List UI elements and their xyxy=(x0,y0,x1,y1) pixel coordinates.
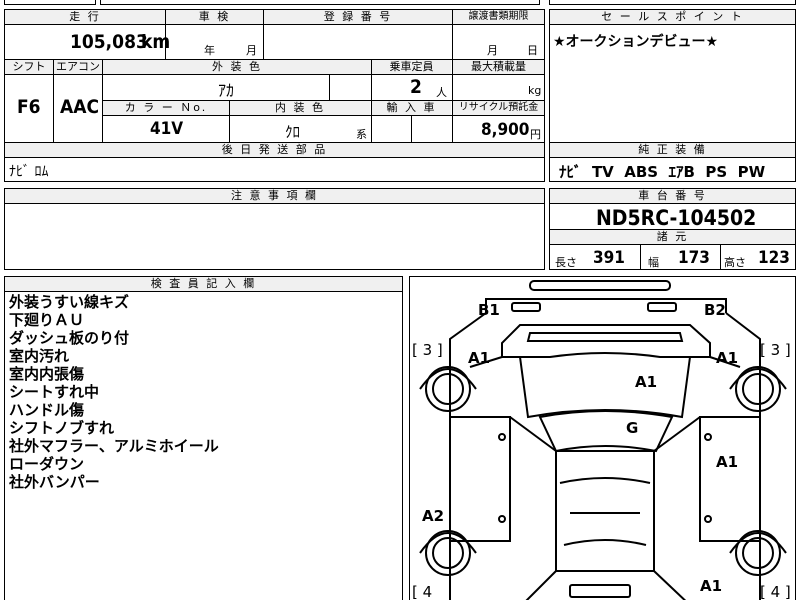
capacity-value: 2 xyxy=(410,76,422,98)
height-label: 高さ xyxy=(724,256,746,269)
interior-color-suffix: 系 xyxy=(356,128,367,141)
mileage-label: 走 行 xyxy=(5,10,165,24)
height-value: 123 xyxy=(758,248,790,268)
chassis-label: 車 台 番 号 xyxy=(550,189,795,203)
inspector-note: 社外バンパー xyxy=(9,473,100,491)
inspector-note: シフトノブすれ xyxy=(9,419,115,437)
inspector-note: 室内汚れ xyxy=(9,347,70,365)
inspector-note: 外装うすい線キズ xyxy=(9,293,130,311)
tire-front-left: [ 3 ] xyxy=(412,341,443,359)
mark-a1-right-fender: A1 xyxy=(716,349,739,367)
top-strip-mid xyxy=(100,0,540,5)
top-strip-left xyxy=(4,0,96,5)
max-load-unit: kg xyxy=(528,84,542,97)
equipment-value: ﾅﾋﾞ TV ABS ｴｱB PS PW xyxy=(559,163,766,181)
recycle-value: 8,900 xyxy=(481,120,530,140)
transfer-day-unit: 日 xyxy=(527,44,538,57)
interior-color-value: ｸﾛ xyxy=(285,123,301,141)
interior-color-label: 内 装 色 xyxy=(230,101,370,115)
caution-label: 注 意 事 項 欄 xyxy=(5,189,544,203)
later-parts-label: 後 日 発 送 部 品 xyxy=(5,143,544,157)
color-no-value: 41V xyxy=(150,119,184,139)
mark-a1-hood: A1 xyxy=(635,373,658,391)
recycle-label: リサイクル預託金 xyxy=(453,101,544,115)
mark-a2-left-rear: A2 xyxy=(422,507,445,525)
top-strip-right xyxy=(549,0,796,5)
mark-a1-right-rear: A1 xyxy=(700,577,723,595)
capacity-unit: 人 xyxy=(436,86,447,99)
registration-label: 登 録 番 号 xyxy=(264,10,452,24)
mileage-unit: km xyxy=(141,31,171,53)
mark-b1: B1 xyxy=(478,301,500,319)
later-parts-value: ﾅﾋﾞ ﾛﾑ xyxy=(9,164,49,180)
inspection-month-unit: 月 xyxy=(246,44,257,57)
mileage-value: 105,083 xyxy=(70,31,148,53)
equipment-label: 純 正 装 備 xyxy=(550,143,795,157)
aircon-value: AAC xyxy=(60,96,100,118)
aircon-label: エアコン xyxy=(54,60,102,74)
inspector-label: 検 査 員 記 入 欄 xyxy=(5,277,402,291)
mark-g-windshield: G xyxy=(626,419,639,437)
inspector-notes: 外装うすい線キズ 下廻りＡＵ ダッシュ板のり付 室内汚れ 室内内張傷 シートすれ… xyxy=(9,293,219,491)
inspector-note: 下廻りＡＵ xyxy=(9,311,85,329)
inspector-note: ダッシュ板のり付 xyxy=(9,329,130,347)
import-label: 輸 入 車 xyxy=(372,101,451,115)
dimensions-label: 諸 元 xyxy=(550,230,795,244)
tire-front-right: [ 3 ] xyxy=(760,341,791,359)
inspector-note: ハンドル傷 xyxy=(9,401,85,419)
length-label: 長さ xyxy=(555,256,577,269)
recycle-unit: 円 xyxy=(530,128,541,141)
length-value: 391 xyxy=(593,248,625,268)
max-load-label: 最大積載量 xyxy=(453,60,544,74)
mark-a1-right-door: A1 xyxy=(716,453,739,471)
inspection-label: 車 検 xyxy=(166,10,263,24)
inspection-year-unit: 年 xyxy=(204,44,215,57)
exterior-color-label: 外 装 色 xyxy=(103,60,371,74)
color-no-label: カ ラ ー Ｎo. xyxy=(103,101,229,115)
mark-b2: B2 xyxy=(704,301,726,319)
inspector-note: 室内内張傷 xyxy=(9,365,85,383)
tire-rear-left: [ 4 xyxy=(412,583,433,600)
transfer-month-unit: 月 xyxy=(487,44,498,57)
capacity-label: 乗車定員 xyxy=(372,60,451,74)
inspector-note: ローダウン xyxy=(9,455,85,473)
width-value: 173 xyxy=(678,248,710,268)
sales-point-section xyxy=(549,9,796,143)
sales-point-label: セ ー ル ス ポ イ ン ト xyxy=(550,10,795,24)
sales-point-text: ★オークションデビュー★ xyxy=(553,34,719,50)
exterior-color-value: ｱｶ xyxy=(218,81,235,100)
chassis-value: ND5RC-104502 xyxy=(596,206,757,230)
car-diagram xyxy=(419,280,787,600)
shift-value: F6 xyxy=(17,96,41,118)
tire-rear-right: [ 4 ] xyxy=(760,583,791,600)
width-label: 幅 xyxy=(648,256,659,269)
mark-a1-left-fender: A1 xyxy=(468,349,491,367)
shift-label: シフト xyxy=(5,60,53,74)
inspector-note: シートすれ中 xyxy=(9,383,100,401)
transfer-label: 譲渡書類期限 xyxy=(453,10,544,24)
inspector-note: 社外マフラー、アルミホイール xyxy=(9,437,219,455)
car-diagram-section: B1 B2 A1 A1 A1 G A1 A2 A1 [ 3 ] [ 3 ] [ … xyxy=(409,276,796,600)
vehicle-info-table xyxy=(4,9,545,143)
